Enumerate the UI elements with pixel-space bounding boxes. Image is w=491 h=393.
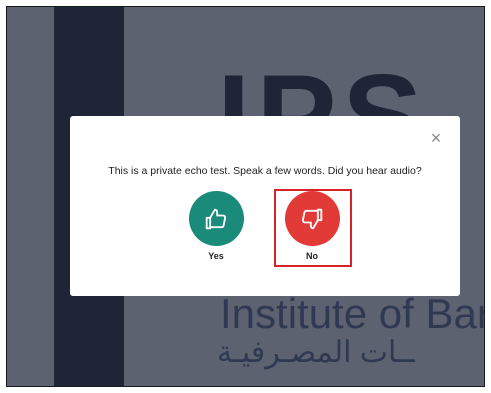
- yes-label: Yes: [208, 251, 224, 261]
- background-arabic-text: ــات المصـرفيـة: [217, 336, 415, 369]
- echo-test-modal: × This is a private echo test. Speak a f…: [70, 116, 460, 296]
- no-button[interactable]: No: [282, 191, 342, 261]
- no-label: No: [306, 251, 318, 261]
- yes-button[interactable]: Yes: [186, 191, 246, 261]
- thumbs-down-icon: [301, 208, 323, 229]
- yes-circle[interactable]: [188, 191, 244, 246]
- background-institute-text: Institute of Bar: [220, 290, 485, 337]
- thumbs-up-icon: [205, 208, 227, 229]
- close-icon[interactable]: ×: [428, 129, 444, 147]
- no-circle[interactable]: [284, 191, 340, 246]
- echo-test-question: This is a private echo test. Speak a few…: [108, 165, 422, 177]
